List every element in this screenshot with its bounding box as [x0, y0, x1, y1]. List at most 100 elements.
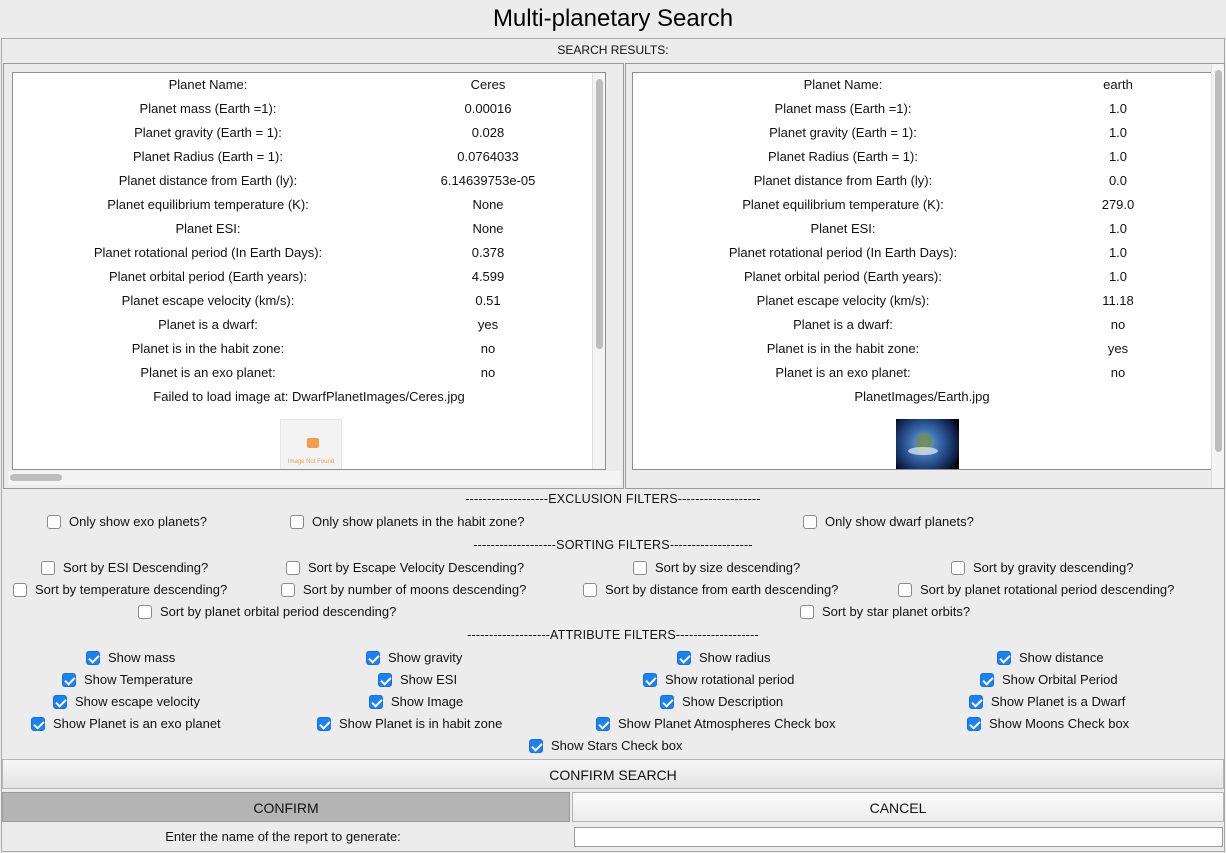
checkbox-box[interactable] — [803, 515, 817, 529]
field-value: 11.18 — [1102, 293, 1134, 308]
attribute-checkbox[interactable]: Show Orbital Period — [980, 670, 1118, 690]
sorting-checkbox[interactable]: Sort by star planet orbits? — [800, 602, 970, 622]
attribute-checkbox[interactable]: Show ESI — [378, 670, 457, 690]
sorting-checkbox[interactable]: Sort by planet rotational period descend… — [898, 580, 1174, 600]
checkbox-box[interactable] — [898, 583, 912, 597]
field-value: earth — [1103, 77, 1133, 92]
attribute-checkbox[interactable]: Show distance — [997, 648, 1104, 668]
attribute-checkbox[interactable]: Show radius — [677, 648, 771, 668]
checkbox-box[interactable] — [281, 583, 295, 597]
attribute-checkbox[interactable]: Show Planet is a Dwarf — [969, 692, 1125, 712]
sorting-checkbox[interactable]: Sort by number of moons descending? — [281, 580, 526, 600]
field-value: 4.599 — [471, 269, 505, 284]
scrollbar-thumb[interactable] — [10, 474, 62, 481]
sorting-checkbox[interactable]: Sort by gravity descending? — [951, 558, 1133, 578]
checkbox-label: Show Planet is a Dwarf — [991, 694, 1126, 709]
sorting-checkbox[interactable]: Sort by size descending? — [633, 558, 800, 578]
scrollbar-thumb[interactable] — [1215, 70, 1222, 452]
checkbox-box[interactable] — [53, 695, 67, 709]
checkbox-box[interactable] — [633, 561, 647, 575]
field-row: Planet ESI: 1.0 — [633, 217, 1211, 241]
sorting-filters-header: -------------------SORTING FILTERS------… — [473, 538, 753, 552]
confirm-search-button[interactable]: CONFIRM SEARCH — [2, 759, 1224, 789]
field-row: Planet Name: earth — [633, 73, 1211, 97]
attribute-checkbox[interactable]: Show rotational period — [643, 670, 794, 690]
attribute-checkbox[interactable]: Show Planet is an exo planet — [31, 714, 221, 734]
field-label: Planet escape velocity (km/s): — [756, 293, 930, 308]
checkbox-label: Show Planet is an exo planet — [53, 716, 221, 731]
checkbox-box[interactable] — [366, 651, 380, 665]
checkbox-label: Show Description — [682, 694, 784, 709]
sorting-checkbox[interactable]: Sort by ESI Descending? — [41, 558, 208, 578]
checkbox-label: Sort by Escape Velocity Descending? — [308, 560, 525, 575]
checkbox-box[interactable] — [369, 695, 383, 709]
checkbox-box[interactable] — [31, 717, 45, 731]
cancel-button[interactable]: CANCEL — [572, 792, 1224, 822]
checkbox-box[interactable] — [317, 717, 331, 731]
checkbox-label: Sort by number of moons descending? — [303, 582, 527, 597]
checkbox-box[interactable] — [596, 717, 610, 731]
sorting-checkbox[interactable]: Sort by Escape Velocity Descending? — [286, 558, 524, 578]
horizontal-scrollbar[interactable] — [8, 471, 621, 485]
attribute-checkbox[interactable]: Show Stars Check box — [529, 736, 683, 756]
attribute-checkbox[interactable]: Show Moons Check box — [967, 714, 1129, 734]
field-row: Planet gravity (Earth = 1): 1.0 — [633, 121, 1211, 145]
attribute-checkbox[interactable]: Show Planet Atmospheres Check box — [596, 714, 836, 734]
checkbox-box[interactable] — [41, 561, 55, 575]
checkbox-box[interactable] — [800, 605, 814, 619]
field-row: Planet distance from Earth (ly): 0.0 — [633, 169, 1211, 193]
sorting-checkbox[interactable]: Sort by distance from earth descending? — [583, 580, 838, 600]
sorting-checkbox[interactable]: Sort by planet orbital period descending… — [138, 602, 396, 622]
checkbox-box[interactable] — [997, 651, 1011, 665]
checkbox-box[interactable] — [643, 673, 657, 687]
checkbox-box[interactable] — [969, 695, 983, 709]
checkbox-box[interactable] — [583, 583, 597, 597]
checkbox-box[interactable] — [290, 515, 304, 529]
field-row: Planet escape velocity (km/s): 0.51 — [13, 289, 605, 313]
field-row: Planet Radius (Earth = 1): 1.0 — [633, 145, 1211, 169]
field-label: Planet is a dwarf: — [158, 317, 258, 332]
checkbox-box[interactable] — [62, 673, 76, 687]
field-value: 0.00016 — [464, 101, 512, 116]
field-label: Planet ESI: — [810, 221, 876, 236]
checkbox-box[interactable] — [13, 583, 27, 597]
vertical-scrollbar[interactable] — [592, 73, 605, 469]
attribute-checkbox[interactable]: Show Description — [660, 692, 783, 712]
field-label: Planet Name: — [168, 77, 248, 92]
checkbox-label: Show radius — [699, 650, 771, 665]
field-value: no — [480, 341, 496, 356]
attribute-checkbox[interactable]: Show Planet is in habit zone — [317, 714, 502, 734]
sorting-checkbox[interactable]: Sort by temperature descending? — [13, 580, 227, 600]
checkbox-box[interactable] — [529, 739, 543, 753]
checkbox-box[interactable] — [677, 651, 691, 665]
scrollbar-thumb[interactable] — [596, 79, 603, 349]
checkbox-box[interactable] — [138, 605, 152, 619]
exclusion-checkbox[interactable]: Only show dwarf planets? — [803, 512, 974, 532]
checkbox-box[interactable] — [951, 561, 965, 575]
field-value: yes — [1107, 341, 1129, 356]
checkbox-box[interactable] — [47, 515, 61, 529]
field-label: Planet gravity (Earth = 1): — [769, 125, 917, 140]
checkbox-box[interactable] — [980, 673, 994, 687]
checkbox-box[interactable] — [86, 651, 100, 665]
exclusion-checkbox[interactable]: Only show exo planets? — [47, 512, 207, 532]
attribute-checkbox[interactable]: Show Image — [369, 692, 463, 712]
checkbox-box[interactable] — [378, 673, 392, 687]
field-label: Planet is an exo planet: — [775, 365, 911, 380]
field-label: Planet is an exo planet: — [140, 365, 276, 380]
confirm-button[interactable]: CONFIRM — [2, 792, 570, 822]
vertical-scrollbar[interactable] — [1211, 64, 1224, 488]
checkbox-box[interactable] — [967, 717, 981, 731]
checkbox-label: Show gravity — [388, 650, 463, 665]
attribute-checkbox[interactable]: Show escape velocity — [53, 692, 200, 712]
attribute-checkbox[interactable]: Show gravity — [366, 648, 462, 668]
exclusion-checkbox[interactable]: Only show planets in the habit zone? — [290, 512, 524, 532]
field-row: Planet distance from Earth (ly): 6.146397… — [13, 169, 605, 193]
attribute-checkbox[interactable]: Show mass — [86, 648, 175, 668]
attribute-checkbox[interactable]: Show Temperature — [62, 670, 193, 690]
field-row: Planet orbital period (Earth years): 1.0 — [633, 265, 1211, 289]
checkbox-box[interactable] — [286, 561, 300, 575]
report-name-input[interactable] — [574, 827, 1223, 847]
checkbox-box[interactable] — [660, 695, 674, 709]
field-label: Planet ESI: — [175, 221, 241, 236]
